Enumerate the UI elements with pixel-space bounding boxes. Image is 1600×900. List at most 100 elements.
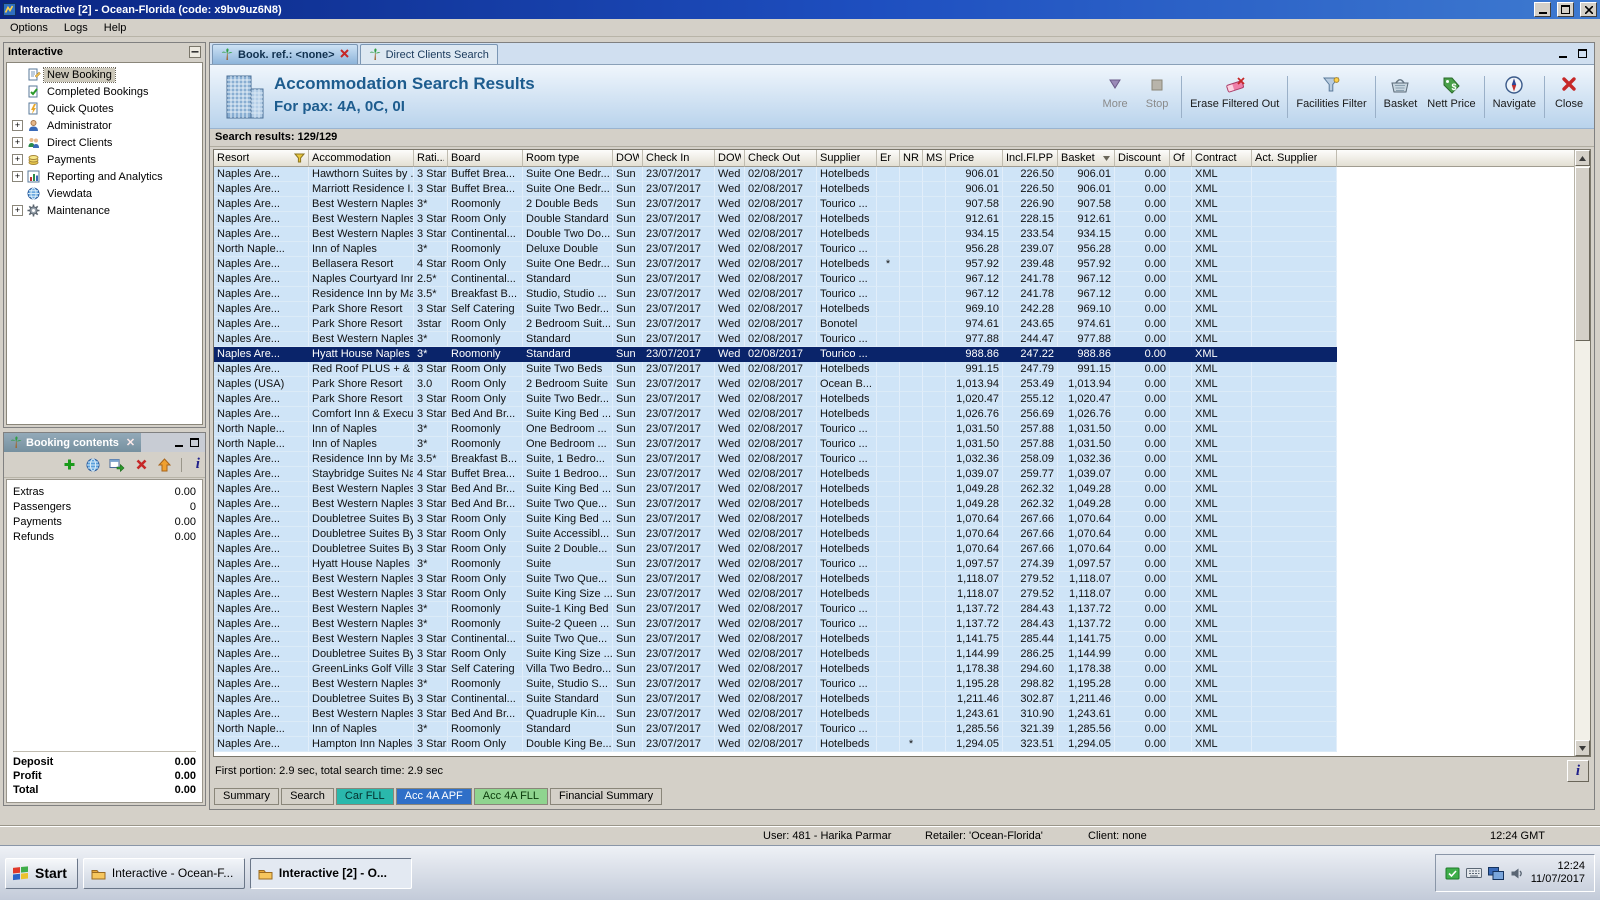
column-header-discount[interactable]: Discount — [1115, 150, 1170, 167]
tray-lan-icon[interactable] — [1445, 867, 1460, 880]
table-row[interactable]: Naples Are... Best Western Naples... 3* Roo… — [214, 197, 1574, 212]
column-header-of[interactable]: Of — [1170, 150, 1192, 167]
sidebar-item-administrator[interactable]: + Administrator — [7, 117, 202, 134]
table-row[interactable]: Naples (USA) Park Shore Resort 3.0 Room Onl… — [214, 377, 1574, 392]
expand-icon[interactable]: + — [12, 154, 23, 165]
column-header-nr[interactable]: NR — [900, 150, 923, 167]
table-row[interactable]: Naples Are... Doubletree Suites By... 3 St… — [214, 542, 1574, 557]
info-button[interactable]: i — [1567, 760, 1589, 782]
column-header-room-type[interactable]: Room type — [523, 150, 613, 167]
booking-panel-maximize-button[interactable] — [188, 437, 201, 449]
sidebar-item-maintenance[interactable]: + Maintenance — [7, 202, 202, 219]
table-row[interactable]: Naples Are...Park Shore Resort3 StarsSel… — [214, 302, 1574, 317]
table-row[interactable]: Naples Are... Hyatt House Naples ... 3* Roo… — [214, 347, 1574, 362]
header-filter-icon[interactable] — [294, 153, 305, 163]
expand-icon[interactable]: + — [12, 205, 23, 216]
table-row[interactable]: Naples Are... Marriott Residence I... 3 St… — [214, 182, 1574, 197]
bottom-tab-financial-summary[interactable]: Financial Summary — [550, 788, 663, 805]
nett-price-button[interactable]: $ Nett Price — [1422, 70, 1480, 124]
bottom-tab-search[interactable]: Search — [281, 788, 334, 805]
stop-button[interactable]: Stop — [1136, 70, 1178, 124]
table-row[interactable]: Naples Are... Residence Inn by Ma... 3.5* B… — [214, 452, 1574, 467]
expand-icon[interactable]: + — [12, 120, 23, 131]
sidebar-item-quick-quotes[interactable]: Quick Quotes — [7, 100, 202, 117]
taskbar-button-interactive-2-o[interactable]: Interactive [2] - O... — [249, 857, 412, 889]
column-header-er[interactable]: Er — [877, 150, 900, 167]
delete-button[interactable] — [134, 457, 148, 473]
table-row[interactable]: Naples Are...Bellasera Resort4 StarsRoom… — [214, 257, 1574, 272]
vertical-scrollbar[interactable] — [1574, 150, 1590, 756]
panel-collapse-button[interactable] — [188, 46, 201, 59]
start-button[interactable]: Start — [5, 857, 78, 889]
tab-book-ref-none[interactable]: Book. ref.: <none> — [212, 44, 358, 64]
table-row[interactable]: Naples Are... Best Western Naples... 3 Sta… — [214, 482, 1574, 497]
table-row[interactable]: Naples Are... Park Shore Resort 3star Room … — [214, 317, 1574, 332]
dock-maximize-button[interactable] — [1575, 47, 1589, 60]
column-header-board[interactable]: Board — [448, 150, 523, 167]
column-header-supplier[interactable]: Supplier — [817, 150, 877, 167]
table-row[interactable]: Naples Are... Hampton Inn Naples-... 3 Sta… — [214, 737, 1574, 752]
table-row[interactable]: North Naple... Inn of Naples 3* Roomonly Sta… — [214, 722, 1574, 737]
sidebar-item-payments[interactable]: + Payments — [7, 151, 202, 168]
promote-button[interactable] — [157, 457, 171, 473]
table-row[interactable]: Naples Are... Best Western Naples... 3* Roo… — [214, 332, 1574, 347]
table-row[interactable]: Naples Are... Best Western Naples... 3 Sta… — [214, 497, 1574, 512]
table-row[interactable]: Naples Are...Park Shore Resort3 StarsRoo… — [214, 392, 1574, 407]
booking-item-refunds[interactable]: Refunds 0.00 — [13, 529, 196, 544]
column-header-dow[interactable]: DOW — [715, 150, 745, 167]
navigate-button[interactable]: Navigate — [1488, 70, 1541, 124]
table-row[interactable]: Naples Are... Doubletree Suites By... 3 St… — [214, 512, 1574, 527]
tab-close-button[interactable] — [339, 48, 349, 61]
scroll-down-button[interactable] — [1575, 740, 1590, 756]
table-row[interactable]: Naples Are... Staybridge Suites Na... 4 St… — [214, 467, 1574, 482]
table-row[interactable]: Naples Are... Hawthorn Suites by ... 3 Sta… — [214, 167, 1574, 182]
close-button[interactable]: Close — [1548, 70, 1590, 124]
table-row[interactable]: Naples Are... Best Western Naples... 3* Roo… — [214, 617, 1574, 632]
table-row[interactable]: Naples Are... Naples Courtyard Inn 2.5* Con… — [214, 272, 1574, 287]
bottom-tab-acc-4a-apf[interactable]: Acc 4A APF — [395, 788, 472, 805]
bottom-tab-acc-4a-fll[interactable]: Acc 4A FLL — [473, 788, 549, 805]
transfer-button[interactable] — [109, 457, 125, 473]
menu-item-logs[interactable]: Logs — [56, 20, 96, 36]
expand-icon[interactable]: + — [12, 137, 23, 148]
booking-item-passengers[interactable]: Passengers 0 — [13, 499, 196, 514]
sidebar-item-reporting-and-analytics[interactable]: + Reporting and Analytics — [7, 168, 202, 185]
column-header-contract[interactable]: Contract — [1192, 150, 1252, 167]
booking-panel-tab[interactable]: Booking contents ✕ — [4, 433, 142, 452]
table-row[interactable]: Naples Are...Red Roof PLUS + & S...3 Sta… — [214, 362, 1574, 377]
table-row[interactable]: Naples Are... Residence Inn by Ma... 3.5* B… — [214, 287, 1574, 302]
booking-item-extras[interactable]: Extras 0.00 — [13, 484, 196, 499]
sidebar-item-new-booking[interactable]: New Booking — [7, 66, 202, 83]
table-row[interactable]: North Naple... Inn of Naples 3* Roomonly Del… — [214, 242, 1574, 257]
column-header-resort[interactable]: Resort — [214, 150, 309, 167]
bottom-tab-car-fll[interactable]: Car FLL — [335, 788, 394, 805]
table-row[interactable]: Naples Are... Comfort Inn & Execu... 3 Sta… — [214, 407, 1574, 422]
close-button[interactable] — [1580, 2, 1597, 17]
table-row[interactable]: Naples Are... Best Western Naples... 3* Roo… — [214, 677, 1574, 692]
add-button[interactable] — [62, 457, 76, 473]
table-row[interactable]: Naples Are... Doubletree Suites By... 3 St… — [214, 692, 1574, 707]
column-header-dow[interactable]: DOW — [613, 150, 643, 167]
table-row[interactable]: Naples Are... Best Western Naples... 3 Sta… — [214, 212, 1574, 227]
table-row[interactable]: Naples Are... Best Western Naples... 3 Sta… — [214, 572, 1574, 587]
maximize-button[interactable] — [1557, 2, 1574, 17]
scroll-thumb[interactable] — [1575, 167, 1590, 341]
erase-filtered-out-button[interactable]: Erase Filtered Out — [1185, 70, 1284, 124]
expand-icon[interactable]: + — [12, 171, 23, 182]
table-row[interactable]: Naples Are...GreenLinks Golf Villas...3 … — [214, 662, 1574, 677]
booking-panel-close-button[interactable]: ✕ — [126, 436, 135, 449]
dock-minimize-button[interactable] — [1556, 47, 1570, 60]
sort-icon[interactable] — [1102, 154, 1111, 162]
table-row[interactable]: Naples Are... Best Western Naples... 3 Sta… — [214, 632, 1574, 647]
column-header-rati[interactable]: Rati... — [414, 150, 448, 167]
table-row[interactable]: Naples Are... Doubletree Suites By... 3 St… — [214, 647, 1574, 662]
scroll-up-button[interactable] — [1575, 150, 1590, 166]
table-row[interactable]: Naples Are... Best Western Naples... 3 Sta… — [214, 707, 1574, 722]
more-button[interactable]: More — [1094, 70, 1136, 124]
column-header-accommodation[interactable]: Accommodation — [309, 150, 414, 167]
info-button[interactable]: i — [191, 456, 205, 473]
table-row[interactable]: Naples Are... Hyatt House Naples ... 3* Roo… — [214, 557, 1574, 572]
table-row[interactable]: Naples Are... Best Western Naples... 3* Roo… — [214, 602, 1574, 617]
table-row[interactable]: North Naple... Inn of Naples 3* Roomonly One… — [214, 437, 1574, 452]
menu-item-options[interactable]: Options — [2, 20, 56, 36]
